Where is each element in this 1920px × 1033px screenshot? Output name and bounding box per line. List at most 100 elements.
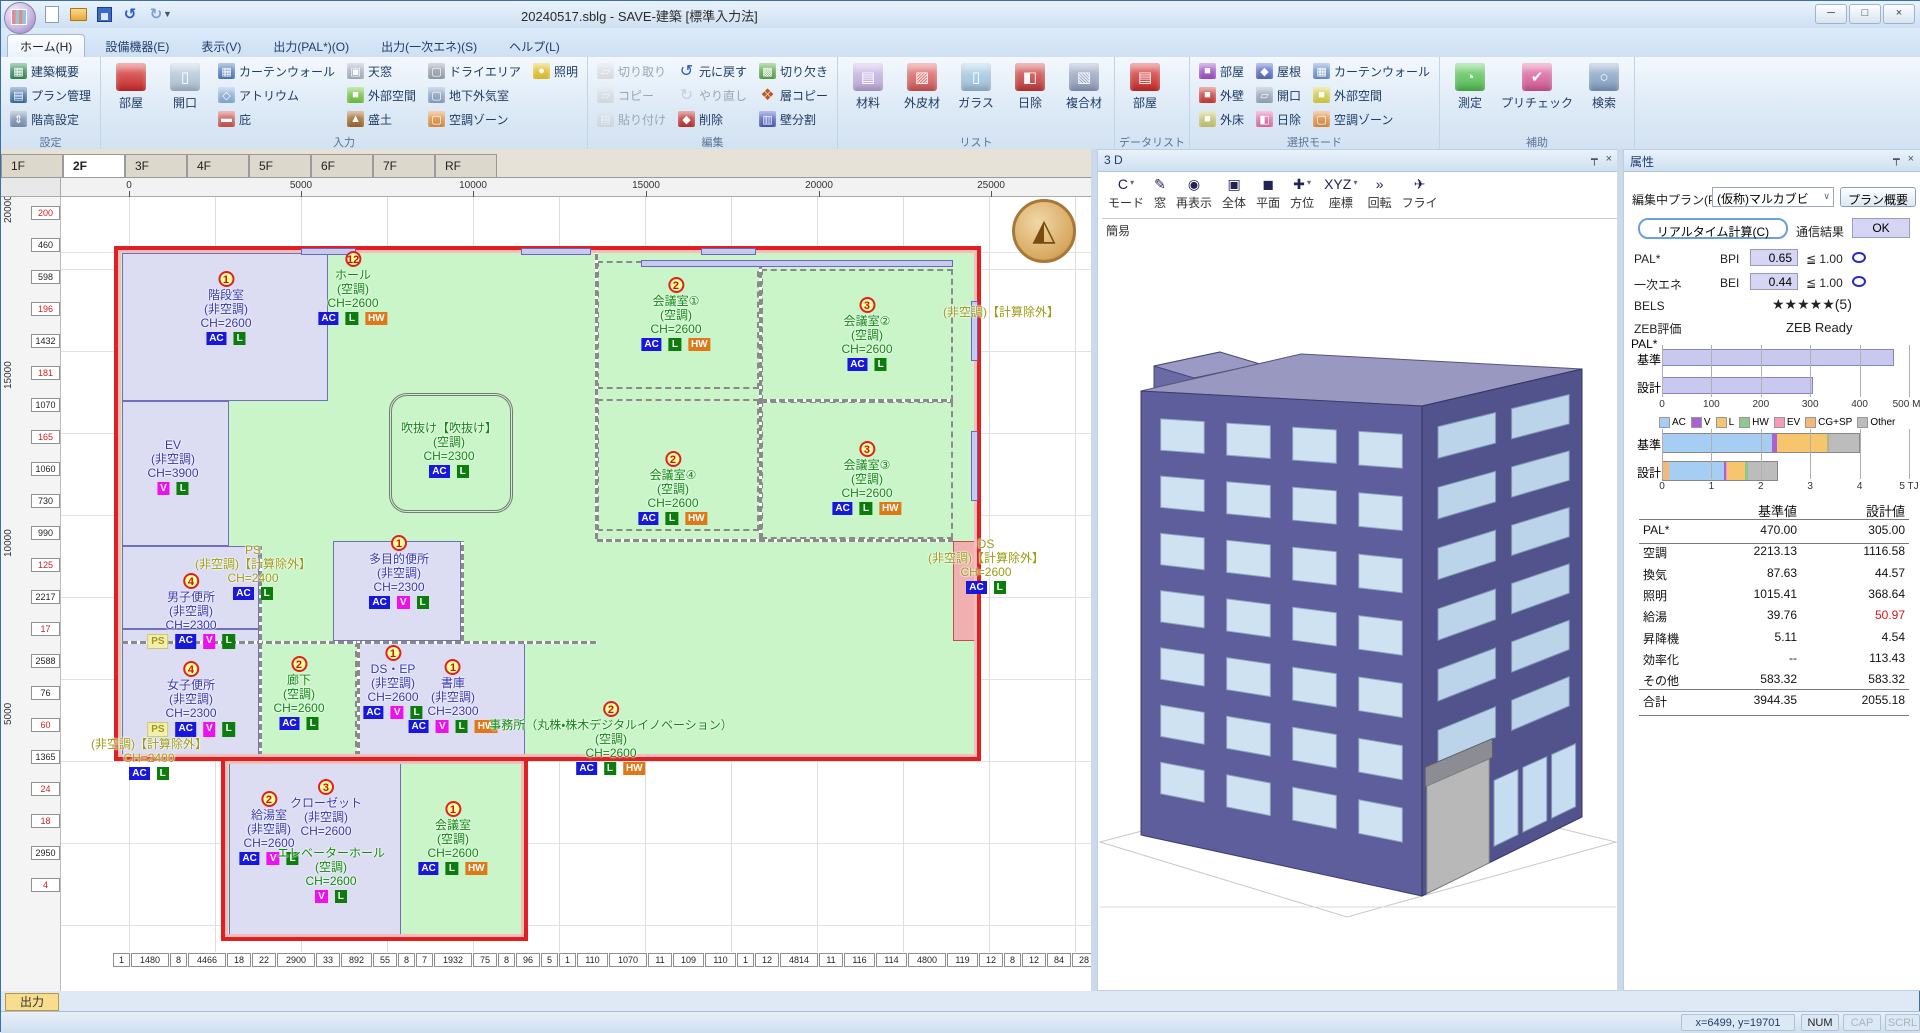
floor-tab-5F[interactable]: 5F xyxy=(249,154,311,177)
room-label[interactable]: 1階段室(非空調)CH=2600ACL xyxy=(200,271,251,345)
v3d-tool-方位[interactable]: ✚ ▾方位 xyxy=(1290,174,1314,218)
open-file-button[interactable] xyxy=(67,4,89,24)
floor-tab-1F[interactable]: 1F xyxy=(1,154,63,177)
qat-dropdown-icon[interactable]: ▼ xyxy=(163,9,172,19)
ribbon-button-選択モード-空調ゾーン[interactable]: ▢空調ゾーン xyxy=(1308,107,1435,131)
ribbon-button-入力-空調ゾーン[interactable]: ▢空調ゾーン xyxy=(423,107,526,131)
floor-tab-4F[interactable]: 4F xyxy=(187,154,249,177)
ribbon-button-選択モード-外壁[interactable]: ■外壁 xyxy=(1194,83,1249,107)
v3d-tool-モード[interactable]: C ▾モード xyxy=(1108,174,1144,218)
ribbon-button-設定-階高設定[interactable]: ⇕階高設定 xyxy=(5,107,96,131)
menu-tab-設備機器(E)[interactable]: 設備機器(E) xyxy=(93,35,181,59)
ribbon-button-label: 外壁 xyxy=(1220,87,1244,104)
floor-tab-7F[interactable]: 7F xyxy=(373,154,435,177)
ribbon-button-リスト-日除[interactable]: ◧日除 xyxy=(1004,59,1056,113)
ribbon-button-入力-アトリウム[interactable]: ◇アトリウム xyxy=(213,83,340,107)
pin-icon[interactable]: ┯ xyxy=(1591,153,1598,166)
menu-tab-ホーム(H)[interactable]: ホーム(H) xyxy=(7,34,85,59)
ribbon-button-選択モード-日除[interactable]: ◧日除 xyxy=(1251,107,1306,131)
room-label[interactable]: 1多目的便所(非空調)CH=2300ACVL xyxy=(369,535,429,609)
ribbon-button-入力-照明[interactable]: ●照明 xyxy=(528,59,583,83)
room-label[interactable]: 3会議室③(空調)CH=2600ACLHW xyxy=(832,441,901,515)
ribbon-button-リスト-材料[interactable]: ▤材料 xyxy=(842,59,894,113)
close-button[interactable]: × xyxy=(1883,4,1915,24)
room-label[interactable]: 3クローゼット(非空調)CH=2600 xyxy=(290,779,362,838)
floor-tab-RF[interactable]: RF xyxy=(435,154,497,177)
save-button[interactable] xyxy=(93,4,115,24)
ribbon-button-入力-開口[interactable]: ▯開口 xyxy=(159,59,211,113)
v3d-tool-フライ[interactable]: ✈フライ xyxy=(1402,174,1438,218)
ribbon-button-編集-やり直し[interactable]: ↻やり直し xyxy=(673,83,752,107)
ribbon-button-入力-ドライエリア[interactable]: ▢ドライエリア xyxy=(423,59,526,83)
ribbon-button-データリスト-部屋[interactable]: ▤部屋 xyxy=(1119,59,1171,113)
room-label[interactable]: 2廊下(空調)CH=2600ACL xyxy=(273,656,324,730)
ribbon-button-編集-層コピー[interactable]: ❖層コピー xyxy=(754,83,833,107)
ribbon-button-選択モード-部屋[interactable]: ■部屋 xyxy=(1194,59,1249,83)
ribbon-button-リスト-複合材[interactable]: ▧複合材 xyxy=(1058,59,1110,113)
ribbon-button-入力-盛土[interactable]: ▲盛土 xyxy=(342,107,421,131)
menu-tab-出力(PAL*)(O)[interactable]: 出力(PAL*)(O) xyxy=(261,35,361,59)
room-label[interactable]: 2会議室①(空調)CH=2600ACLHW xyxy=(641,277,710,351)
room-label[interactable]: 1書庫(非空調)CH=2300ACVLHW xyxy=(409,659,498,733)
ribbon-button-補助-測定[interactable]: ◔測定 xyxy=(1444,59,1496,113)
ribbon-button-設定-建築概要[interactable]: ▦建築概要 xyxy=(5,59,96,83)
ribbon-button-入力-部屋[interactable]: 部屋 xyxy=(105,59,157,113)
room-label[interactable]: 3会議室②(空調)CH=2600ACL xyxy=(841,297,892,371)
ribbon-button-編集-貼り付け[interactable]: ▤貼り付け xyxy=(592,107,671,131)
ribbon-button-編集-元に戻す[interactable]: ↺元に戻す xyxy=(673,59,752,83)
room-label[interactable]: 12ホール(空調)CH=2600ACLHW xyxy=(318,251,387,325)
menu-tab-表示(V)[interactable]: 表示(V) xyxy=(189,35,253,59)
room-label[interactable]: (非空調)【計算除外】 xyxy=(943,305,1059,319)
v3d-tool-窓[interactable]: ✎窓 xyxy=(1154,174,1166,218)
room-label[interactable]: 4男子便所(非空調)CH=2300PSACVL xyxy=(147,573,235,649)
room-label[interactable]: DS(非空調)【計算除外】CH=2600ACL xyxy=(928,537,1044,594)
ribbon-button-入力-外部空間[interactable]: ■外部空間 xyxy=(342,83,421,107)
ribbon-button-補助-検索[interactable]: ○検索 xyxy=(1578,59,1630,113)
v3d-tool-回転[interactable]: »回転 xyxy=(1368,174,1392,218)
viewer-3d-header[interactable]: 3 D ┯ × xyxy=(1098,150,1618,172)
v3d-tool-再表示[interactable]: ◉再表示 xyxy=(1176,174,1212,218)
ribbon-button-選択モード-開口[interactable]: ▱開口 xyxy=(1251,83,1306,107)
floor-tab-3F[interactable]: 3F xyxy=(125,154,187,177)
menu-tab-出力(一次エネ)(S)[interactable]: 出力(一次エネ)(S) xyxy=(369,35,489,59)
ribbon-button-入力-カーテンウォール[interactable]: ▦カーテンウォール xyxy=(213,59,340,83)
ribbon-button-選択モード-カーテンウォール[interactable]: ▦カーテンウォール xyxy=(1308,59,1435,83)
ribbon-button-リスト-外皮材[interactable]: ▨外皮材 xyxy=(896,59,948,113)
ribbon-button-選択モード-屋根[interactable]: ◆屋根 xyxy=(1251,59,1306,83)
room-label[interactable]: エレベーターホール(空調)CH=2600VL xyxy=(277,846,385,903)
ribbon-button-選択モード-外床[interactable]: ■外床 xyxy=(1194,107,1249,131)
ribbon-button-補助-プリチェック[interactable]: ✔プリチェック xyxy=(1498,59,1576,113)
room-label[interactable]: 4女子便所(非空調)CH=2300PSACVL xyxy=(147,661,235,737)
ribbon-button-リスト-ガラス[interactable]: ▯ガラス xyxy=(950,59,1002,113)
room-label[interactable]: 2事務所（丸株・株木デジタルイノベーション）(空調)CH=2600ACLHW xyxy=(489,701,733,775)
ribbon-button-編集-切り取り[interactable]: ▱切り取り xyxy=(592,59,671,83)
v3d-tool-全体[interactable]: ▣全体 xyxy=(1222,174,1246,218)
app-logo-icon[interactable] xyxy=(4,2,36,34)
room-label[interactable]: EV(非空調)CH=3900VL xyxy=(147,438,198,495)
v3d-tool-平面[interactable]: ◼平面 xyxy=(1256,174,1280,218)
ribbon-button-入力-地下外気室[interactable]: ▢地下外気室 xyxy=(423,83,526,107)
ribbon-button-編集-切り欠き[interactable]: ▩切り欠き xyxy=(754,59,833,83)
ribbon-button-設定-プラン管理[interactable]: ▤プラン管理 xyxy=(5,83,96,107)
floor-tab-2F[interactable]: 2F xyxy=(63,154,125,177)
ribbon-button-編集-コピー[interactable]: ▱コピー xyxy=(592,83,671,107)
ribbon-button-編集-削除[interactable]: ◆削除 xyxy=(673,107,752,131)
close-panel-icon[interactable]: × xyxy=(1606,153,1612,166)
ribbon-button-入力-天窓[interactable]: ▣天窓 xyxy=(342,59,421,83)
maximize-button[interactable]: □ xyxy=(1849,4,1881,24)
room-label[interactable]: 1会議室(空調)CH=2600ACLHW xyxy=(418,801,487,875)
floor-tab-6F[interactable]: 6F xyxy=(311,154,373,177)
new-file-button[interactable] xyxy=(41,4,63,24)
room-label[interactable]: (非空調)【計算除外】CH=2400ACL xyxy=(91,737,207,780)
output-tab[interactable]: 出力 xyxy=(5,993,59,1011)
undo-button[interactable]: ↺ xyxy=(119,4,141,24)
building-3d-view[interactable] xyxy=(1098,240,1618,990)
v3d-tool-座標[interactable]: XYZ ▾座標 xyxy=(1324,174,1357,218)
room-label[interactable]: 2会議室④(空調)CH=2600ACLHW xyxy=(638,451,707,525)
room-label[interactable]: 吹抜け【吹抜け】(空調)CH=2300ACL xyxy=(401,421,497,478)
minimize-button[interactable]: ─ xyxy=(1815,4,1847,24)
ribbon-button-入力-庇[interactable]: ▬庇 xyxy=(213,107,340,131)
ribbon-button-編集-壁分割[interactable]: ▥壁分割 xyxy=(754,107,833,131)
ribbon-button-選択モード-外部空間[interactable]: ■外部空間 xyxy=(1308,83,1435,107)
menu-tab-ヘルプ(L)[interactable]: ヘルプ(L) xyxy=(497,35,572,59)
